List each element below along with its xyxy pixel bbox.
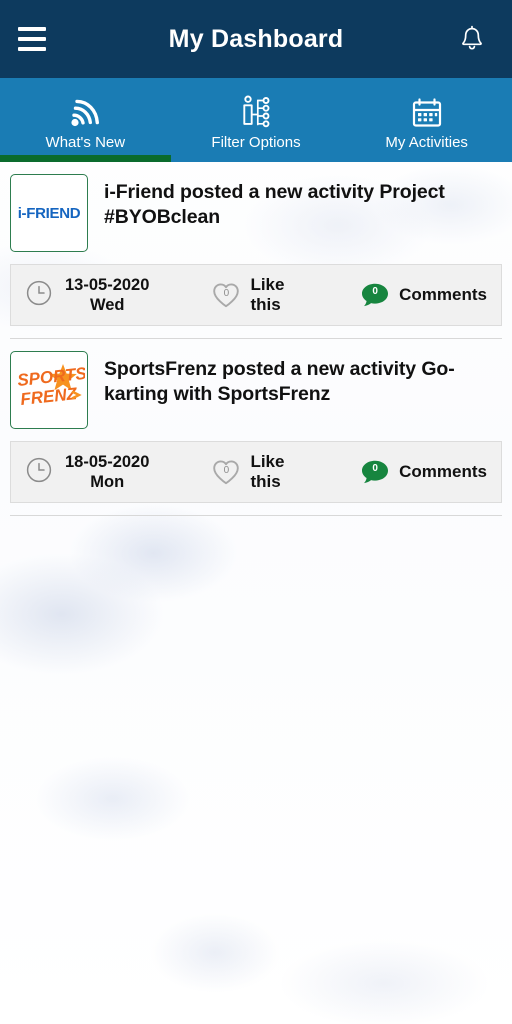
app-header: My Dashboard — [0, 0, 512, 78]
day-value: Wed — [89, 296, 125, 314]
heart-outline-icon: 0 — [211, 281, 241, 309]
heart-outline-icon: 0 — [211, 458, 241, 486]
comment-bubble-icon: 0 — [360, 459, 390, 485]
clock-icon — [25, 279, 53, 312]
tab-bar: What's New Filter Options My Activities — [0, 78, 512, 162]
date-group: 18-05-2020 Mon — [25, 452, 211, 492]
like-label: Like this — [250, 275, 285, 314]
like-count: 0 — [223, 288, 230, 299]
date-value: 18-05-2020 — [65, 452, 150, 471]
like-label: Like this — [250, 452, 285, 491]
card-header: i-FRIEND i-Friend posted a new activity … — [10, 174, 502, 252]
date-value: 13-05-2020 — [65, 275, 150, 294]
card-header: SPORTS FRENZ SportsFrenz posted a new ac… — [10, 351, 502, 429]
date-text: 13-05-2020 Wed — [65, 275, 149, 315]
comments-button[interactable]: 0 Comments — [360, 459, 487, 485]
ifriend-logo: i-FRIEND — [10, 174, 88, 252]
comment-count: 0 — [372, 463, 378, 474]
date-text: 18-05-2020 Mon — [65, 452, 149, 492]
app-screen: My Dashboard What's New Filter Options M… — [0, 0, 512, 1024]
comment-count: 0 — [372, 286, 378, 297]
comment-bubble-icon: 0 — [360, 282, 390, 308]
page-title: My Dashboard — [168, 24, 344, 53]
like-button[interactable]: 0 Like this — [211, 452, 314, 492]
filter-sliders-icon — [236, 95, 276, 129]
comments-label: Comments — [399, 462, 487, 481]
calendar-icon — [410, 95, 444, 129]
tab-my-activities[interactable]: My Activities — [341, 78, 512, 162]
tab-label: Filter Options — [211, 134, 301, 151]
comments-button[interactable]: 0 Comments — [360, 282, 487, 308]
rss-feed-icon — [66, 95, 104, 129]
like-count: 0 — [223, 465, 230, 476]
date-group: 13-05-2020 Wed — [25, 275, 211, 315]
day-value: Mon — [90, 473, 125, 491]
logo-graphic: SPORTS FRENZ — [13, 360, 87, 420]
list-item[interactable]: SPORTS FRENZ SportsFrenz posted a new ac… — [0, 339, 512, 503]
list-item[interactable]: i-FRIEND i-Friend posted a new activity … — [0, 162, 512, 326]
bell-icon[interactable] — [450, 17, 494, 61]
tab-filter-options[interactable]: Filter Options — [171, 78, 342, 162]
card-meta-bar: 18-05-2020 Mon 0 Like this 0 Comments — [10, 441, 502, 503]
sportsfrenz-logo: SPORTS FRENZ — [10, 351, 88, 429]
like-button[interactable]: 0 Like this — [211, 275, 314, 315]
card-meta-bar: 13-05-2020 Wed 0 Like this 0 Comments — [10, 264, 502, 326]
list-divider — [10, 515, 502, 516]
activity-title: SportsFrenz posted a new activity Go-kar… — [104, 358, 455, 405]
activity-feed: i-FRIEND i-Friend posted a new activity … — [0, 162, 512, 516]
logo-text: i-FRIEND — [17, 204, 81, 222]
hamburger-menu-icon[interactable] — [18, 17, 62, 61]
comments-label: Comments — [399, 285, 487, 304]
tab-label: What's New — [45, 134, 126, 151]
tab-label: My Activities — [385, 134, 468, 151]
clock-icon — [25, 456, 53, 489]
activity-title: i-Friend posted a new activity Project #… — [104, 181, 445, 228]
tab-whats-new[interactable]: What's New — [0, 78, 171, 162]
